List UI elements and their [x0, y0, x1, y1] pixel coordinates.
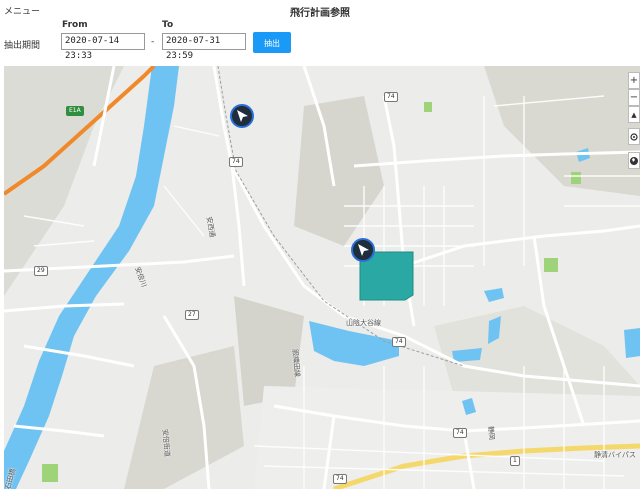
map-label-road: 山陰大谷線 [346, 319, 381, 327]
globe-button[interactable] [628, 152, 640, 169]
compass-button[interactable]: ▲ [628, 106, 640, 123]
map-label-street: 静岡 [486, 425, 496, 441]
crosshair-icon [630, 133, 638, 141]
route-shield-74: 74 [229, 157, 243, 167]
drone-arrow-icon [351, 238, 375, 262]
route-shield-1: 1 [510, 456, 520, 466]
period-label: 抽出期間 [4, 41, 41, 51]
route-shield-e1a: E1A [66, 106, 84, 116]
drone-marker[interactable] [350, 237, 376, 263]
date-separator: - [151, 37, 155, 47]
route-shield-74: 74 [392, 337, 406, 347]
map-base-layer [4, 66, 640, 489]
drone-arrow-icon [230, 104, 254, 128]
zoom-in-button[interactable]: + [628, 72, 640, 89]
drone-marker[interactable] [229, 103, 255, 129]
zoom-out-button[interactable]: − [628, 89, 640, 106]
locate-button[interactable] [628, 128, 640, 145]
to-label: To [162, 20, 174, 30]
extract-button[interactable]: 抽出 [253, 32, 291, 53]
route-shield-27: 27 [185, 310, 199, 320]
page-title: 飛行計画参照 [290, 8, 350, 19]
route-shield-29: 29 [34, 266, 48, 276]
route-shield-74: 74 [384, 92, 398, 102]
from-date-input[interactable]: 2020-07-14 23:33 [61, 33, 145, 61]
map-label-bypass: 静清バイパス [594, 451, 636, 459]
globe-icon [630, 157, 638, 165]
flight-map[interactable]: E1A 74 27 74 29 27 74 74 1 74 山陰大谷線 静清バイ… [4, 66, 640, 489]
from-label: From [62, 20, 88, 30]
route-shield-74: 74 [333, 474, 347, 484]
route-shield-74: 74 [453, 428, 467, 438]
to-date-input[interactable]: 2020-07-31 23:59 [162, 33, 246, 61]
